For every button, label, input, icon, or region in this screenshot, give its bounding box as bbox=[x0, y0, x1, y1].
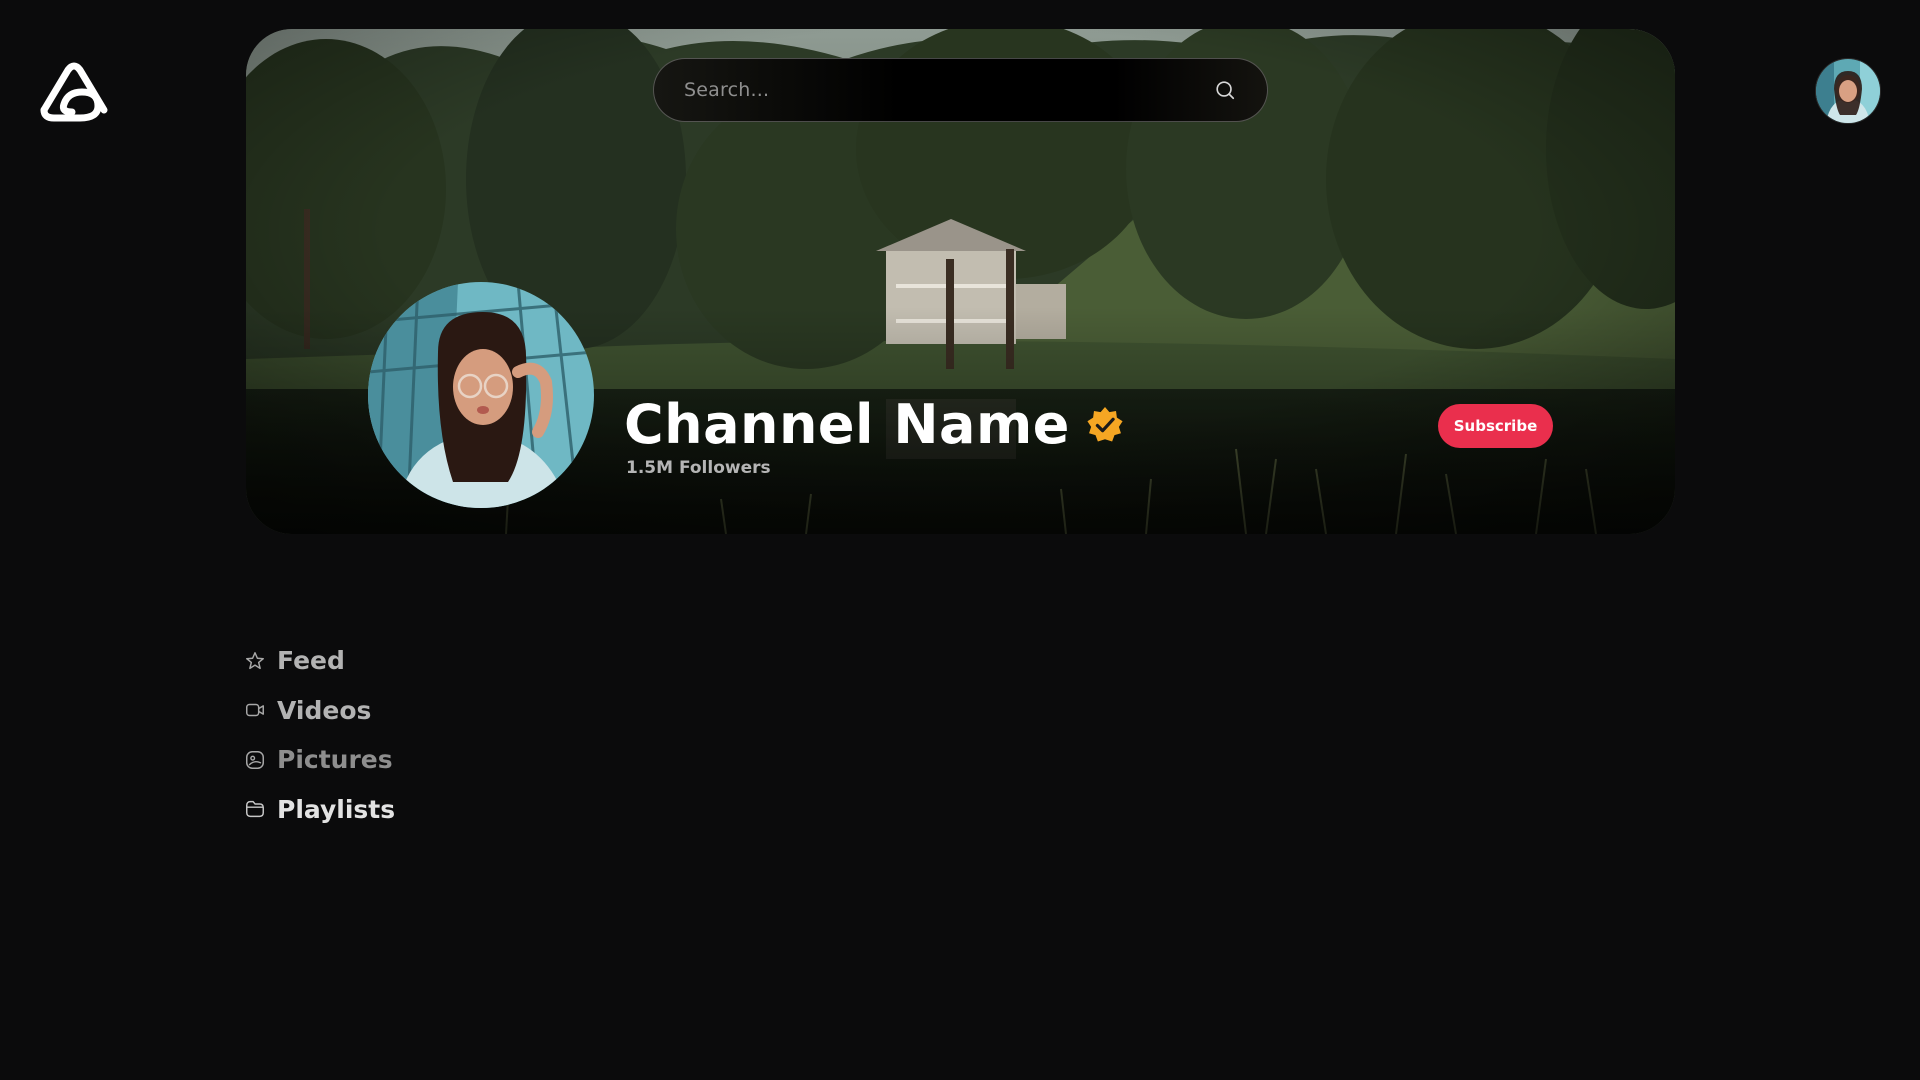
image-icon bbox=[243, 748, 267, 772]
nav-item-label: Videos bbox=[277, 695, 372, 725]
channel-nav: Feed Videos Pictures Playlists bbox=[243, 636, 395, 834]
followers-count: 1.5M Followers bbox=[626, 458, 771, 478]
channel-title-row: Channel Name bbox=[624, 392, 1124, 458]
folder-icon bbox=[243, 797, 267, 821]
nav-item-pictures[interactable]: Pictures bbox=[243, 735, 395, 785]
channel-avatar bbox=[368, 282, 594, 508]
search-bar bbox=[653, 58, 1268, 122]
channel-info: Channel Name 1.5M Followers bbox=[624, 392, 1124, 478]
nav-item-feed[interactable]: Feed bbox=[243, 636, 395, 686]
search-input[interactable] bbox=[682, 78, 1211, 102]
user-avatar[interactable] bbox=[1815, 58, 1881, 124]
channel-page: Channel Name 1.5M Followers Subscribe Fe… bbox=[0, 0, 1920, 1080]
video-camera-icon bbox=[243, 698, 267, 722]
star-icon bbox=[243, 649, 267, 673]
subscribe-button[interactable]: Subscribe bbox=[1438, 404, 1553, 448]
search-icon[interactable] bbox=[1211, 76, 1239, 104]
nav-item-playlists[interactable]: Playlists bbox=[243, 785, 395, 835]
channel-name: Channel Name bbox=[624, 393, 1070, 456]
nav-item-label: Playlists bbox=[277, 794, 396, 824]
nav-item-label: Pictures bbox=[277, 745, 393, 775]
nav-item-label: Feed bbox=[277, 646, 345, 676]
verified-badge-icon bbox=[1086, 406, 1124, 444]
app-logo-icon[interactable] bbox=[38, 62, 110, 122]
nav-item-videos[interactable]: Videos bbox=[243, 686, 395, 736]
